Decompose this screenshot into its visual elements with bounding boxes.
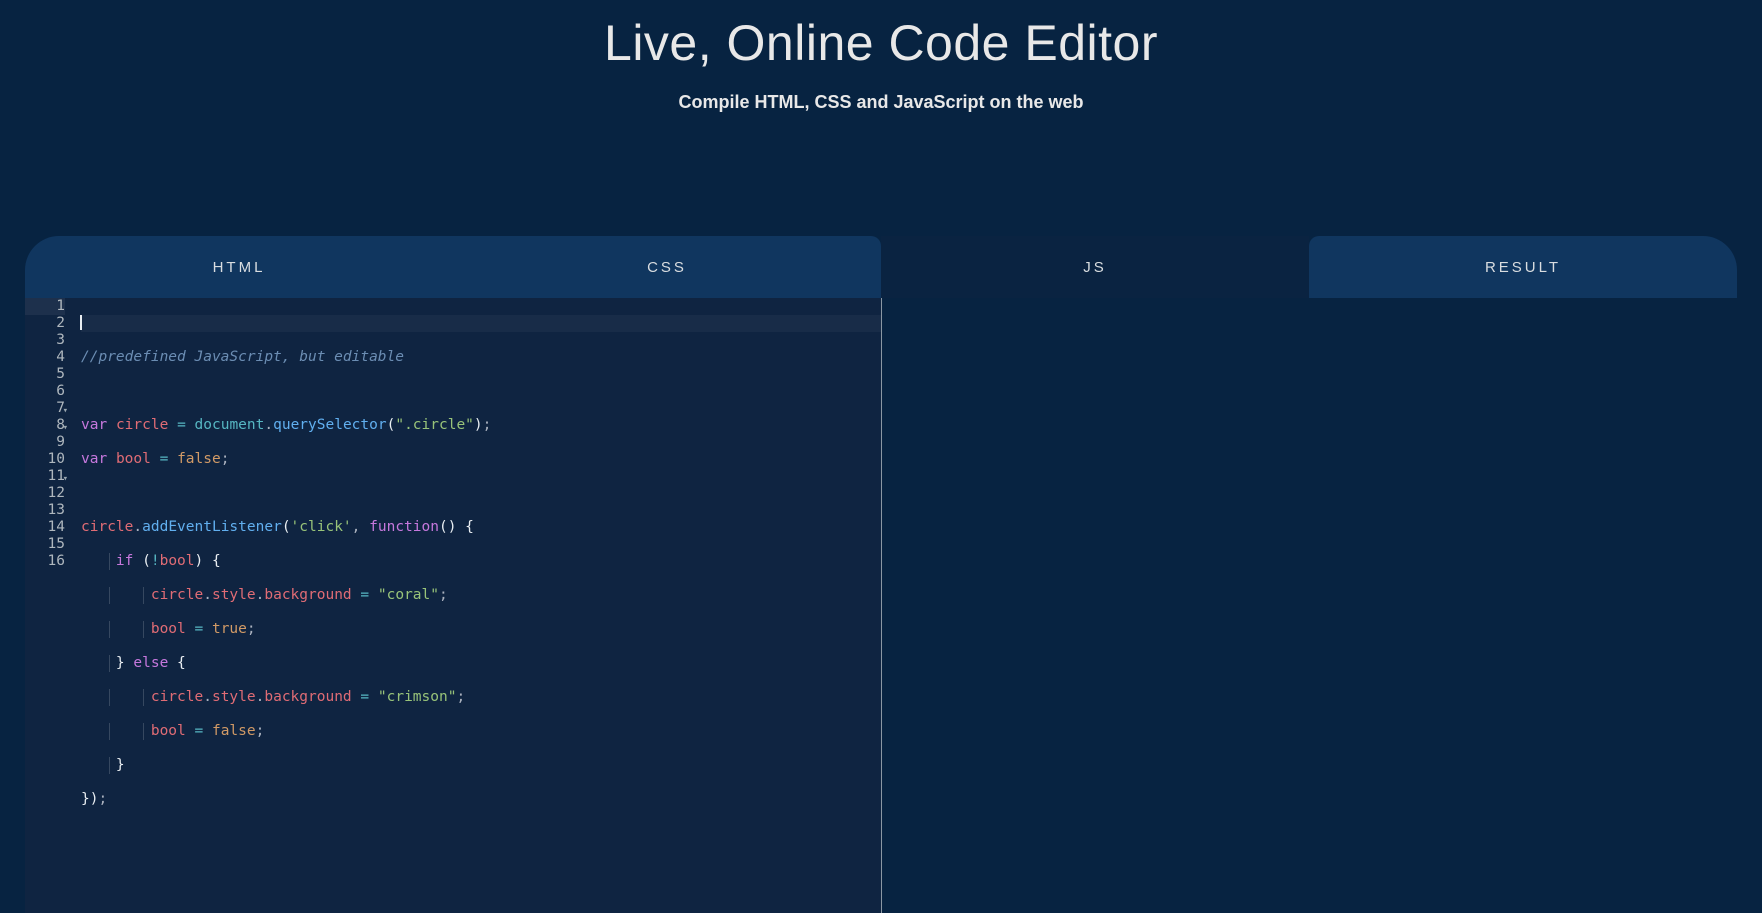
line-number: 6 — [56, 383, 65, 399]
tab-bar: HTML CSS JS RESULT — [25, 236, 1737, 298]
line-number: 9 — [56, 434, 65, 450]
line-number: 10 — [48, 451, 65, 467]
text-cursor — [80, 315, 82, 330]
tab-css[interactable]: CSS — [453, 236, 881, 298]
code-text-area[interactable]: //predefined JavaScript, but editable va… — [75, 298, 881, 913]
tab-js[interactable]: JS — [881, 236, 1309, 298]
line-number: 14 — [48, 519, 65, 535]
line-number: 3 — [56, 332, 65, 348]
tab-html[interactable]: HTML — [25, 236, 453, 298]
line-number: 16 — [48, 553, 65, 569]
line-number: 4 — [56, 349, 65, 365]
code-token: //predefined JavaScript, but editable — [81, 349, 404, 365]
code-pane: 1 2 3 4 5 6 7▾ 8▾ 9 10 11▾ 12 13 14 — [25, 298, 881, 913]
result-pane — [882, 298, 1738, 913]
line-number: 12 — [48, 485, 65, 501]
line-number: 15 — [48, 536, 65, 552]
line-number: 1 — [56, 298, 65, 314]
page-subtitle: Compile HTML, CSS and JavaScript on the … — [0, 92, 1762, 113]
line-number: 5 — [56, 366, 65, 382]
code-editor[interactable]: 1 2 3 4 5 6 7▾ 8▾ 9 10 11▾ 12 13 14 — [25, 298, 881, 913]
tab-result[interactable]: RESULT — [1309, 236, 1737, 298]
line-number: 2 — [56, 315, 65, 331]
page-title: Live, Online Code Editor — [0, 14, 1762, 72]
line-number-gutter: 1 2 3 4 5 6 7▾ 8▾ 9 10 11▾ 12 13 14 — [25, 298, 75, 913]
line-number: 13 — [48, 502, 65, 518]
editor-panel: HTML CSS JS RESULT 1 2 3 4 5 6 7▾ 8▾ — [25, 236, 1737, 913]
